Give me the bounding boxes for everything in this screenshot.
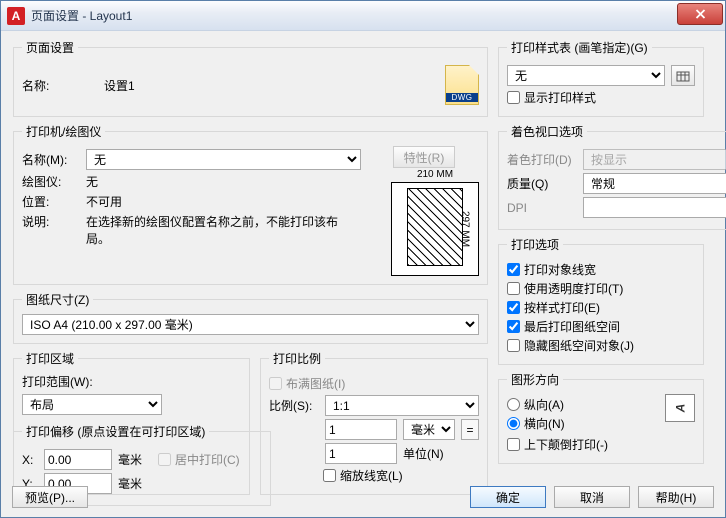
close-button[interactable] xyxy=(677,3,723,25)
paper-size-legend: 图纸尺寸(Z) xyxy=(22,291,93,308)
opt-styles-check[interactable] xyxy=(507,301,520,314)
paper-preview: 210 MM 297 MM xyxy=(391,182,479,276)
scale-select[interactable]: 1:1 xyxy=(325,395,479,416)
style-table-edit-button[interactable] xyxy=(671,65,695,86)
center-plot-check xyxy=(158,453,171,466)
location-label: 位置: xyxy=(22,193,80,210)
show-plot-styles-label: 显示打印样式 xyxy=(524,89,596,106)
printer-name-label: 名称(M): xyxy=(22,151,80,168)
opt-hide-paperspace-label: 隐藏图纸空间对象(J) xyxy=(524,337,634,354)
window-title: 页面设置 - Layout1 xyxy=(31,7,677,24)
quality-label: 质量(Q) xyxy=(507,175,577,192)
quality-select[interactable]: 常规 xyxy=(583,173,726,194)
location-value: 不可用 xyxy=(86,193,122,210)
landscape-radio[interactable] xyxy=(507,417,520,430)
style-table-legend: 打印样式表 (画笔指定)(G) xyxy=(507,39,652,56)
dpi-label: DPI xyxy=(507,201,577,215)
shade-plot-select: 按显示 xyxy=(583,149,726,170)
fit-paper-label: 布满图纸(I) xyxy=(286,375,345,392)
app-icon: A xyxy=(7,7,25,25)
scale-unit-a-select[interactable]: 毫米 xyxy=(403,419,455,440)
printer-group: 打印机/绘图仪 名称(M): 无 绘图仪: 无 xyxy=(13,123,488,285)
ok-button[interactable]: 确定 xyxy=(470,486,546,508)
plot-range-label: 打印范围(W): xyxy=(22,373,241,390)
portrait-label: 纵向(A) xyxy=(524,396,564,413)
opt-paperspace-last-check[interactable] xyxy=(507,320,520,333)
plot-range-select[interactable]: 布局 xyxy=(22,394,162,415)
style-table-select[interactable]: 无 xyxy=(507,65,665,86)
shade-plot-label: 着色打印(D) xyxy=(507,151,577,168)
plot-scale-group: 打印比例 布满图纸(I) 比例(S): 1:1 xyxy=(260,350,488,495)
page-setup-group: 页面设置 名称: 设置1 DWG xyxy=(13,39,488,117)
opt-lineweights-check[interactable] xyxy=(507,263,520,276)
page-name-value: 设置1 xyxy=(104,77,135,94)
scale-unit-b-input[interactable] xyxy=(325,443,397,464)
page-name-label: 名称: xyxy=(22,77,80,94)
center-plot-label: 居中打印(C) xyxy=(175,451,240,468)
page-setup-legend: 页面设置 xyxy=(22,39,78,56)
desc-value: 在选择新的绘图仪配置名称之前，不能打印该布局。 xyxy=(86,213,361,247)
orientation-group: 图形方向 纵向(A) 横向(N) A 上下颠倒打印(-) xyxy=(498,371,704,464)
style-table-group: 打印样式表 (画笔指定)(G) 无 显示打印样式 xyxy=(498,39,704,117)
paper-size-select[interactable]: ISO A4 (210.00 x 297.00 毫米) xyxy=(22,314,479,335)
plot-options-group: 打印选项 打印对象线宽 使用透明度打印(T) 按样式打印(E) 最后打印图纸空间… xyxy=(498,236,704,365)
offset-x-unit: 毫米 xyxy=(118,451,142,468)
opt-styles-label: 按样式打印(E) xyxy=(524,299,600,316)
upside-down-check[interactable] xyxy=(507,438,520,451)
offset-x-label: X: xyxy=(22,453,38,467)
dwg-icon: DWG xyxy=(445,65,479,105)
scale-unit-b-label: 单位(N) xyxy=(403,445,459,462)
preview-button[interactable]: 预览(P)... xyxy=(12,486,88,508)
printer-name-select[interactable]: 无 xyxy=(86,149,361,170)
printer-legend: 打印机/绘图仪 xyxy=(22,123,105,140)
opt-transparency-check[interactable] xyxy=(507,282,520,295)
paper-size-group: 图纸尺寸(Z) ISO A4 (210.00 x 297.00 毫米) xyxy=(13,291,488,344)
dpi-input xyxy=(583,197,726,218)
plot-options-legend: 打印选项 xyxy=(507,236,563,253)
scale-label: 比例(S): xyxy=(269,397,319,414)
desc-label: 说明: xyxy=(22,213,80,230)
landscape-label: 横向(N) xyxy=(524,415,565,432)
upside-down-label: 上下颠倒打印(-) xyxy=(524,436,608,453)
opt-lineweights-label: 打印对象线宽 xyxy=(524,261,596,278)
portrait-radio[interactable] xyxy=(507,398,520,411)
scale-unit-a-input[interactable] xyxy=(325,419,397,440)
orientation-legend: 图形方向 xyxy=(507,371,563,388)
plot-scale-legend: 打印比例 xyxy=(269,350,325,367)
orientation-icon: A xyxy=(665,394,695,422)
plotter-label: 绘图仪: xyxy=(22,173,80,190)
scale-lineweights-label: 缩放线宽(L) xyxy=(340,467,403,484)
cancel-button[interactable]: 取消 xyxy=(554,486,630,508)
help-button[interactable]: 帮助(H) xyxy=(638,486,714,508)
properties-button[interactable]: 特性(R) xyxy=(393,146,456,168)
opt-transparency-label: 使用透明度打印(T) xyxy=(524,280,623,297)
opt-paperspace-last-label: 最后打印图纸空间 xyxy=(524,318,620,335)
plotter-value: 无 xyxy=(86,173,98,190)
fit-paper-check xyxy=(269,377,282,390)
shaded-viewport-group: 着色视口选项 着色打印(D) 按显示 质量(Q) 常规 DPI xyxy=(498,123,726,230)
shaded-viewport-legend: 着色视口选项 xyxy=(507,123,587,140)
plot-area-legend: 打印区域 xyxy=(22,350,78,367)
scale-lineweights-check[interactable] xyxy=(323,469,336,482)
offset-x-input[interactable] xyxy=(44,449,112,470)
offset-legend: 打印偏移 (原点设置在可打印区域) xyxy=(22,423,209,440)
show-plot-styles-check[interactable] xyxy=(507,91,520,104)
opt-hide-paperspace-check[interactable] xyxy=(507,339,520,352)
equals-button[interactable]: = xyxy=(461,419,479,440)
